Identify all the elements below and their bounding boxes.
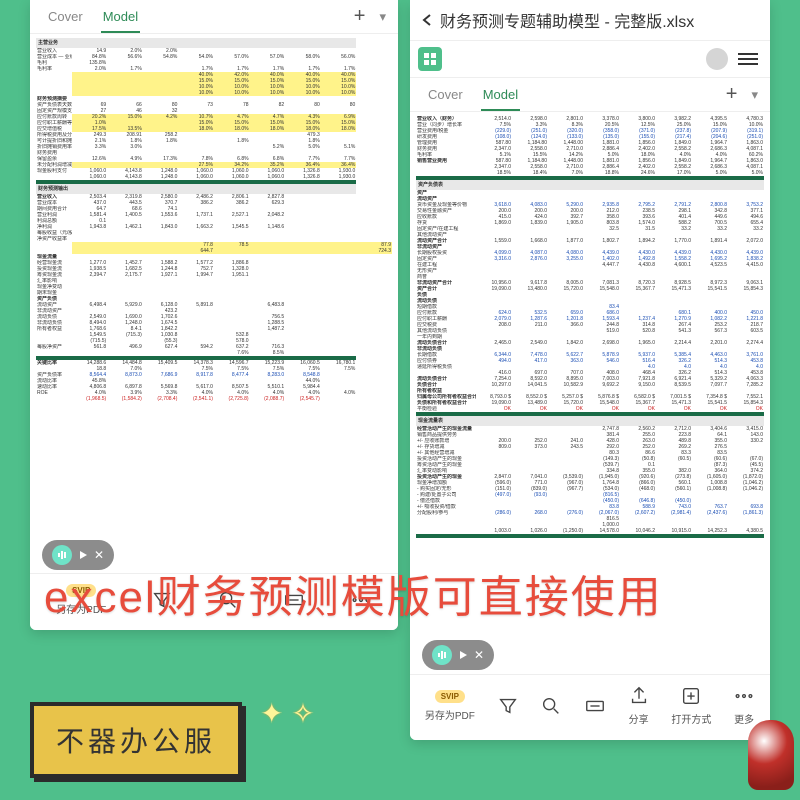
filter-icon (497, 695, 519, 717)
tab-cover-left[interactable]: Cover (38, 1, 93, 32)
subbar-right (410, 41, 770, 78)
tabs-left: Cover Model + ▾ (30, 0, 398, 34)
back-icon[interactable] (420, 13, 434, 27)
tab-model-left[interactable]: Model (93, 1, 148, 32)
phone-left: Cover Model + ▾ 主营业务营业收入14.92.0%2.0%营业成本… (30, 0, 398, 630)
bb-pdf[interactable]: SVIP 另存为PDF (425, 690, 475, 722)
open-icon (680, 685, 702, 707)
grid-toggle-icon[interactable] (418, 47, 442, 71)
bb-keyboard[interactable] (584, 695, 606, 717)
mascot-icon (748, 720, 794, 790)
play-icon (78, 550, 88, 560)
tab-cover-right[interactable]: Cover (418, 79, 473, 110)
bb-open[interactable]: 打开方式 (671, 685, 711, 726)
overlay-caption: excel财务预测模版可直接使用 (44, 570, 764, 625)
search-icon (540, 695, 562, 717)
tab-add-left[interactable]: + (344, 5, 376, 28)
svip-badge: SVIP (435, 690, 465, 703)
bb-filter[interactable] (497, 695, 519, 717)
brand-badge: 不器办公服 (30, 702, 242, 778)
tab-chevron-right-icon[interactable]: ▾ (747, 87, 762, 103)
bb-share[interactable]: 分享 (628, 685, 650, 726)
share-icon (628, 685, 650, 707)
tab-add-right[interactable]: + (716, 83, 748, 106)
audio-pill-left[interactable]: ✕ (42, 540, 114, 570)
keyboard-icon (584, 695, 606, 717)
avatar[interactable] (706, 48, 728, 70)
close-icon[interactable]: ✕ (474, 648, 484, 662)
sheet-left[interactable]: 主营业务营业收入14.92.0%2.0%营业成本 — 业绩连续预测业务决算分析8… (30, 34, 398, 573)
audio-icon (52, 545, 72, 565)
header-right: 财务预测专题辅助模型 - 完整版.xlsx (410, 0, 770, 41)
play-icon (458, 650, 468, 660)
more-icon (733, 685, 755, 707)
file-title: 财务预测专题辅助模型 - 完整版.xlsx (440, 8, 694, 32)
bb-more[interactable]: 更多 (733, 685, 755, 726)
tab-model-right[interactable]: Model (473, 79, 528, 110)
menu-icon[interactable] (738, 52, 758, 66)
bb-search[interactable] (540, 695, 562, 717)
tabs-right: Cover Model + ▾ (410, 78, 770, 112)
phone-right: 财务预测专题辅助模型 - 完整版.xlsx Cover Model + ▾ 营业… (410, 0, 770, 740)
bottombar-right: SVIP 另存为PDF 分享 打开方式 更多 (410, 674, 770, 740)
audio-pill-right[interactable]: ✕ (422, 640, 494, 670)
close-icon[interactable]: ✕ (94, 548, 104, 562)
sparkle-icon: ✦ ✧ (260, 697, 315, 730)
tab-chevron-left-icon[interactable]: ▾ (375, 9, 390, 25)
audio-icon (432, 645, 452, 665)
